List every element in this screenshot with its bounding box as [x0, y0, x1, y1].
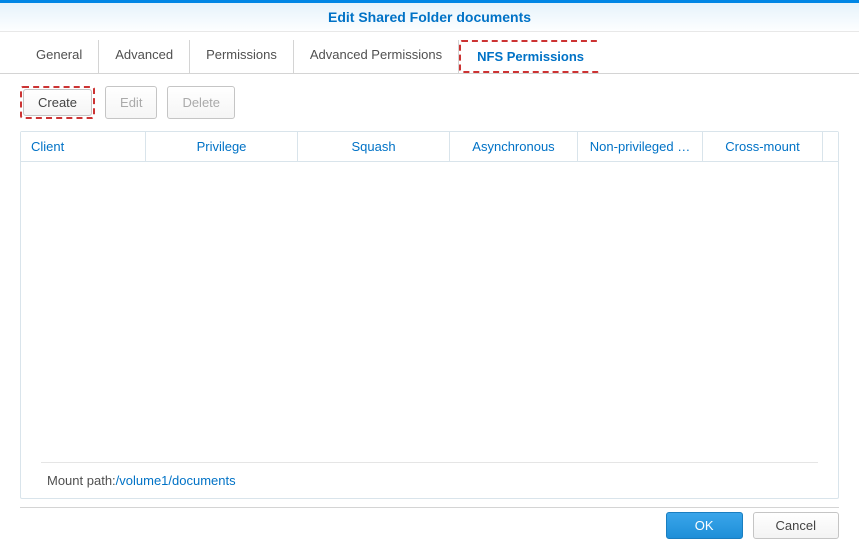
create-button[interactable]: Create [23, 89, 92, 116]
mount-path-value: /volume1/documents [116, 473, 236, 488]
permissions-table: Client Privilege Squash Asynchronous Non… [20, 131, 839, 499]
tab-permissions[interactable]: Permissions [190, 40, 294, 73]
column-non-privileged[interactable]: Non-privileged … [578, 132, 703, 161]
dialog-title: Edit Shared Folder documents [328, 9, 531, 25]
column-spacer [823, 132, 838, 161]
tab-nfs-permissions[interactable]: NFS Permissions [459, 40, 600, 73]
delete-button[interactable]: Delete [167, 86, 235, 119]
table-body [21, 162, 838, 462]
column-client[interactable]: Client [21, 132, 146, 161]
mount-path-label: Mount path: [47, 473, 116, 488]
tabs-bar: General Advanced Permissions Advanced Pe… [0, 40, 859, 74]
create-highlight: Create [20, 86, 95, 119]
column-asynchronous[interactable]: Asynchronous [450, 132, 578, 161]
tab-advanced-permissions[interactable]: Advanced Permissions [294, 40, 459, 73]
tab-advanced[interactable]: Advanced [99, 40, 190, 73]
tab-general[interactable]: General [20, 40, 99, 73]
column-privilege[interactable]: Privilege [146, 132, 298, 161]
dialog-header: Edit Shared Folder documents [0, 3, 859, 32]
dialog-footer: OK Cancel [666, 512, 839, 539]
mount-path-info: Mount path:/volume1/documents [41, 462, 818, 498]
column-cross-mount[interactable]: Cross-mount [703, 132, 823, 161]
edit-button[interactable]: Edit [105, 86, 157, 119]
toolbar: Create Edit Delete [0, 74, 859, 131]
cancel-button[interactable]: Cancel [753, 512, 839, 539]
column-squash[interactable]: Squash [298, 132, 450, 161]
table-header-row: Client Privilege Squash Asynchronous Non… [21, 132, 838, 162]
ok-button[interactable]: OK [666, 512, 743, 539]
footer-divider [20, 507, 839, 508]
